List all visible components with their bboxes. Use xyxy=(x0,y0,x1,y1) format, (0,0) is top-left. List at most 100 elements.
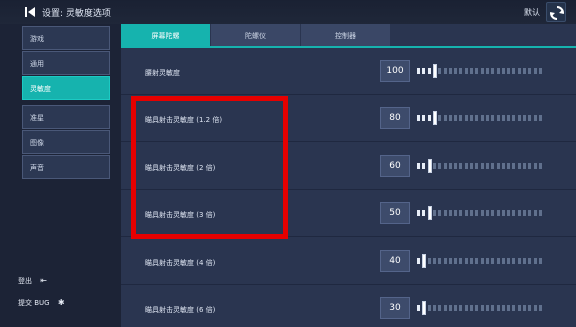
slider-segment xyxy=(470,258,473,264)
slider-segment xyxy=(507,258,511,264)
slider-segment xyxy=(459,210,463,216)
slider-segment xyxy=(443,210,447,216)
slider-segment xyxy=(496,68,500,74)
sidebar-item-label: 声音 xyxy=(30,164,44,172)
slider-segment xyxy=(475,115,479,121)
slider-segment xyxy=(523,115,526,121)
slider-thumb[interactable] xyxy=(432,64,437,78)
sidebar-item-sensitivity[interactable]: 灵敏度 xyxy=(22,76,110,100)
slider-segment xyxy=(538,305,542,311)
setting-slider[interactable] xyxy=(417,110,545,126)
slider-segment xyxy=(512,163,516,169)
slider-segment xyxy=(464,305,468,311)
slider-segment xyxy=(417,115,420,121)
slider-segment xyxy=(533,258,537,264)
sidebar-item-sound[interactable]: 声音 xyxy=(22,155,110,179)
slider-segment xyxy=(491,305,495,311)
slider-segment xyxy=(443,68,447,74)
slider-segment xyxy=(523,68,526,74)
setting-value-input[interactable]: 30 xyxy=(380,297,410,319)
slider-segment xyxy=(491,163,495,169)
tab-gyroscope[interactable]: 陀螺仪 xyxy=(211,24,301,46)
setting-value-input[interactable]: 100 xyxy=(380,60,410,82)
sidebar-item-label: 游戏 xyxy=(30,35,44,43)
slider-segment xyxy=(501,258,505,264)
slider-segment xyxy=(427,305,431,311)
slider-segment xyxy=(480,115,484,121)
sidebar-item-game[interactable]: 游戏 xyxy=(22,26,110,50)
tab-screen[interactable]: 屏幕陀螺 xyxy=(121,24,211,46)
tab-controller[interactable]: 控制器 xyxy=(301,24,391,46)
slider-segment xyxy=(459,68,463,74)
slider-segment xyxy=(517,68,521,74)
setting-label: 瞄具射击灵敏度 (2 倍) xyxy=(145,164,216,172)
setting-row: 瞄具射击灵敏度 (2 倍) 60 xyxy=(121,143,576,190)
slider-segment xyxy=(485,68,489,74)
slider-segment xyxy=(454,163,458,169)
bug-icon: ✱ xyxy=(57,298,65,307)
setting-row: 瞄具射击灵敏度 (1.2 倍) 80 xyxy=(121,95,576,142)
slider-segment xyxy=(485,258,489,264)
slider-segment xyxy=(507,210,511,216)
sidebar-item-graphics[interactable]: 图像 xyxy=(22,130,110,154)
slider-segment xyxy=(417,68,420,74)
slider-thumb[interactable] xyxy=(427,159,432,173)
setting-row: 腰射灵敏度 100 xyxy=(121,48,576,95)
setting-slider[interactable] xyxy=(417,63,545,79)
slider-segment xyxy=(485,163,489,169)
tab-bar: 屏幕陀螺 陀螺仪 控制器 xyxy=(121,24,576,46)
slider-segment xyxy=(443,305,447,311)
slider-segment xyxy=(512,305,516,311)
slider-segment xyxy=(538,115,542,121)
logout-button[interactable]: 登出 ⇤ xyxy=(18,276,47,286)
slider-segment xyxy=(496,210,500,216)
setting-value-input[interactable]: 50 xyxy=(380,202,410,224)
slider-thumb[interactable] xyxy=(422,254,427,268)
sidebar-item-crosshair[interactable]: 准星 xyxy=(22,105,110,129)
slider-segment xyxy=(427,115,431,121)
slider-segment xyxy=(538,68,542,74)
slider-segment xyxy=(501,305,505,311)
slider-segment xyxy=(454,305,458,311)
slider-segment xyxy=(523,305,526,311)
sidebar-item-label: 准星 xyxy=(30,114,44,122)
slider-segment xyxy=(507,115,511,121)
setting-value-input[interactable]: 60 xyxy=(380,155,410,177)
setting-slider[interactable] xyxy=(417,158,545,174)
slider-segment xyxy=(438,68,442,74)
setting-row: 瞄具射击灵敏度 (4 倍) 40 xyxy=(121,238,576,285)
slider-segment xyxy=(480,163,484,169)
setting-value-input[interactable]: 80 xyxy=(380,107,410,129)
slider-segment xyxy=(470,68,473,74)
slider-segment xyxy=(464,210,468,216)
slider-segment xyxy=(438,305,442,311)
slider-segment xyxy=(448,305,452,311)
slider-segment xyxy=(523,258,526,264)
slider-segment xyxy=(464,68,468,74)
slider-thumb[interactable] xyxy=(422,301,427,315)
sidebar-item-general[interactable]: 通用 xyxy=(22,51,110,75)
slider-thumb[interactable] xyxy=(432,111,437,125)
slider-segment xyxy=(533,305,537,311)
slider-segment xyxy=(485,115,489,121)
slider-segment xyxy=(417,210,420,216)
report-bug-button[interactable]: 提交 BUG ✱ xyxy=(18,298,65,308)
setting-slider[interactable] xyxy=(417,205,545,221)
slider-segment xyxy=(417,305,420,311)
slider-segment xyxy=(432,163,436,169)
slider-segment xyxy=(427,68,431,74)
slider-segment xyxy=(491,258,495,264)
slider-thumb[interactable] xyxy=(427,206,432,220)
slider-segment xyxy=(422,163,426,169)
slider-segment xyxy=(528,163,532,169)
slider-segment xyxy=(432,258,436,264)
reset-button[interactable] xyxy=(546,2,566,22)
setting-slider[interactable] xyxy=(417,253,545,269)
back-arrow-icon[interactable] xyxy=(24,6,36,18)
slider-segment xyxy=(517,258,521,264)
slider-segment xyxy=(501,68,505,74)
setting-slider[interactable] xyxy=(417,300,545,316)
slider-segment xyxy=(475,68,479,74)
setting-value-input[interactable]: 40 xyxy=(380,250,410,272)
slider-segment xyxy=(507,163,511,169)
